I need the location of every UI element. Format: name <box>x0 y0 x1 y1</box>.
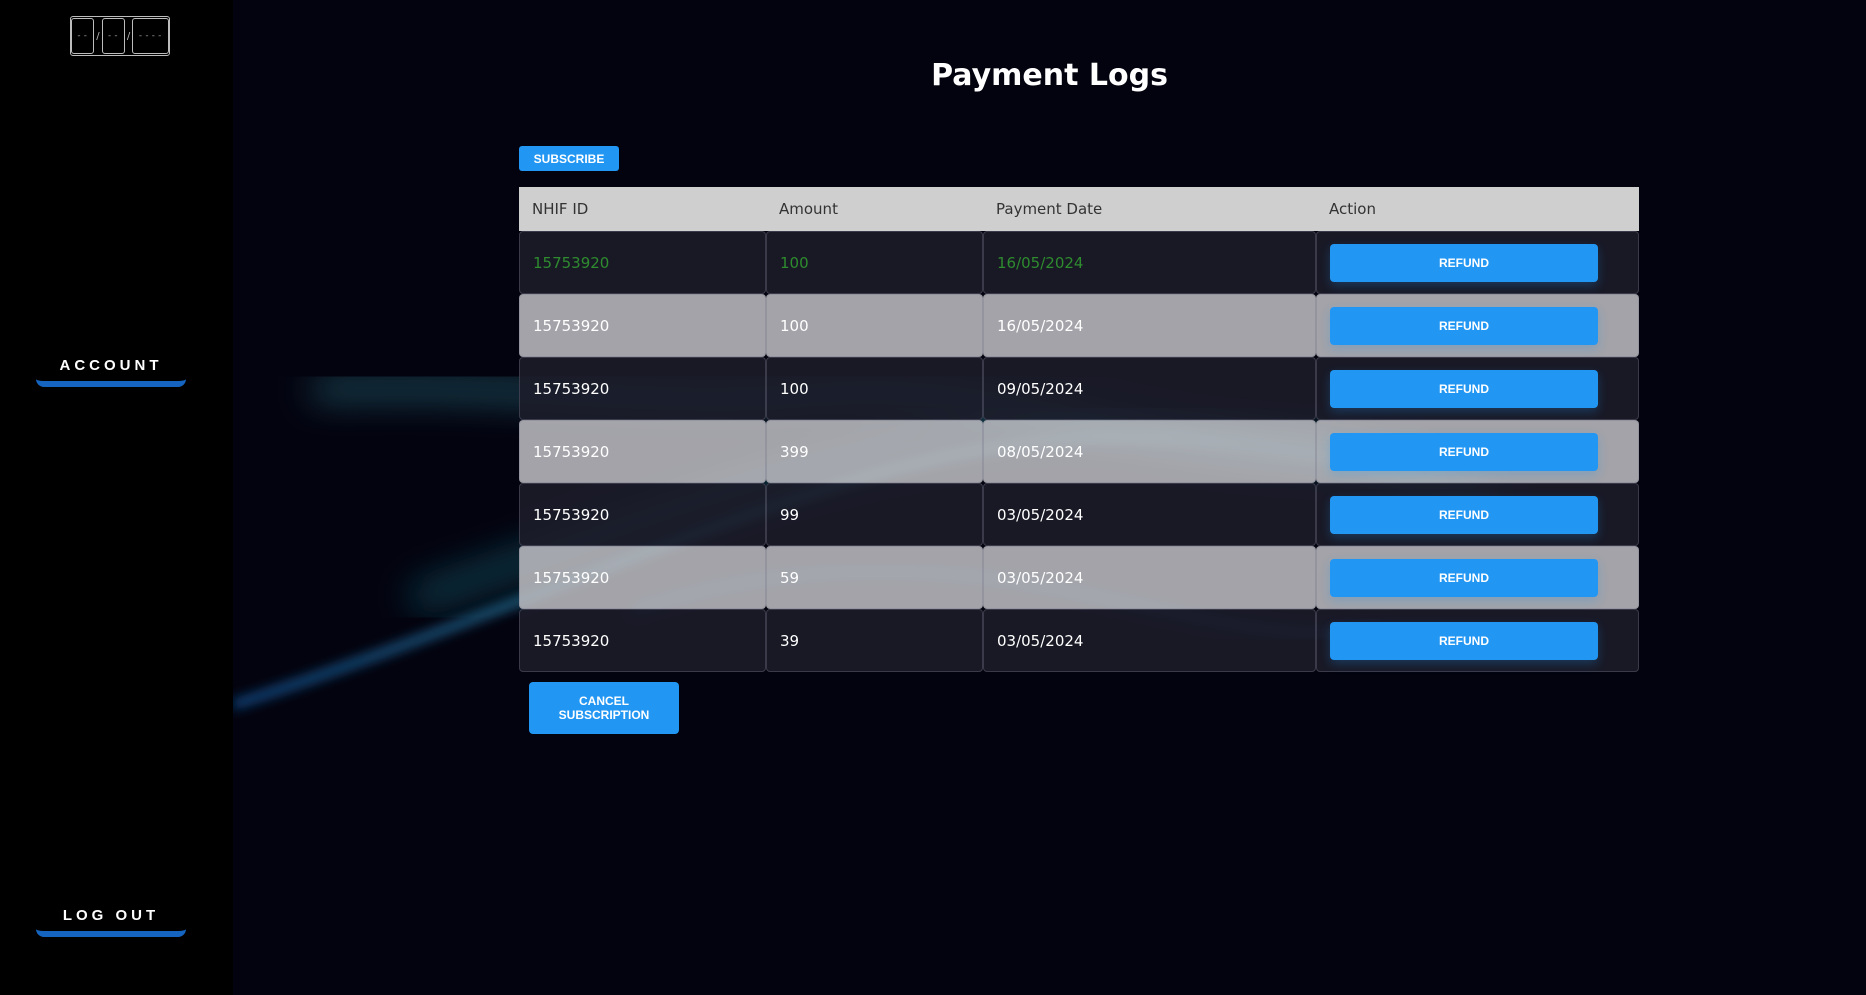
cell-payment-date: 09/05/2024 <box>983 357 1316 420</box>
cell-nhif-id: 15753920 <box>519 483 766 546</box>
cell-payment-date: 16/05/2024 <box>983 231 1316 294</box>
cell-amount: 59 <box>766 546 983 609</box>
cell-nhif-id: 15753920 <box>519 609 766 672</box>
cell-amount: 399 <box>766 420 983 483</box>
date-month[interactable]: -- <box>101 18 125 54</box>
cell-action: REFUND <box>1316 546 1639 609</box>
cell-payment-date: 08/05/2024 <box>983 420 1316 483</box>
date-separator: / <box>96 30 100 42</box>
cell-nhif-id: 15753920 <box>519 231 766 294</box>
cell-amount: 39 <box>766 609 983 672</box>
date-year[interactable]: ---- <box>132 18 170 54</box>
cell-amount: 100 <box>766 294 983 357</box>
sidebar: -- / -- / ---- ACCOUNT LOG OUT <box>0 0 233 995</box>
cell-nhif-id: 15753920 <box>519 357 766 420</box>
cell-action: REFUND <box>1316 231 1639 294</box>
cell-payment-date: 03/05/2024 <box>983 483 1316 546</box>
date-day[interactable]: -- <box>71 18 95 54</box>
table-row: 15753920 100 09/05/2024 REFUND <box>519 357 1639 420</box>
cell-payment-date: 03/05/2024 <box>983 609 1316 672</box>
cell-nhif-id: 15753920 <box>519 546 766 609</box>
cell-payment-date: 03/05/2024 <box>983 546 1316 609</box>
cell-nhif-id: 15753920 <box>519 420 766 483</box>
cell-nhif-id: 15753920 <box>519 294 766 357</box>
cell-action: REFUND <box>1316 294 1639 357</box>
cell-amount: 99 <box>766 483 983 546</box>
table-row: 15753920 100 16/05/2024 REFUND <box>519 231 1639 294</box>
cell-amount: 100 <box>766 357 983 420</box>
subscribe-button[interactable]: SUBSCRIBE <box>519 146 619 171</box>
table-row: 15753920 100 16/05/2024 REFUND <box>519 294 1639 357</box>
table-row: 15753920 59 03/05/2024 REFUND <box>519 546 1639 609</box>
cancel-subscription-button[interactable]: CANCEL SUBSCRIPTION <box>529 682 679 734</box>
page-title: Payment Logs <box>931 58 1168 93</box>
refund-button[interactable]: REFUND <box>1330 495 1598 534</box>
main-content: Payment Logs SUBSCRIBE NHIF ID Amount Pa… <box>233 0 1866 995</box>
date-widget[interactable]: -- / -- / ---- <box>70 16 170 56</box>
cell-action: REFUND <box>1316 483 1639 546</box>
account-button[interactable]: ACCOUNT <box>36 349 186 387</box>
payment-logs-table: NHIF ID Amount Payment Date Action 15753… <box>519 187 1639 672</box>
table-row: 15753920 99 03/05/2024 REFUND <box>519 483 1639 546</box>
cell-action: REFUND <box>1316 609 1639 672</box>
refund-button[interactable]: REFUND <box>1330 243 1598 282</box>
cell-payment-date: 16/05/2024 <box>983 294 1316 357</box>
refund-button[interactable]: REFUND <box>1330 369 1598 408</box>
header-nhif-id: NHIF ID <box>532 200 589 218</box>
header-payment-date: Payment Date <box>996 200 1103 218</box>
refund-button[interactable]: REFUND <box>1330 621 1598 660</box>
table-header: NHIF ID Amount Payment Date Action <box>519 187 1639 231</box>
header-amount: Amount <box>779 200 838 218</box>
cell-action: REFUND <box>1316 420 1639 483</box>
date-separator: / <box>126 30 131 42</box>
table-row: 15753920 399 08/05/2024 REFUND <box>519 420 1639 483</box>
logout-button[interactable]: LOG OUT <box>36 899 186 937</box>
refund-button[interactable]: REFUND <box>1330 306 1598 345</box>
table-row: 15753920 39 03/05/2024 REFUND <box>519 609 1639 672</box>
refund-button[interactable]: REFUND <box>1330 432 1598 471</box>
refund-button[interactable]: REFUND <box>1330 558 1598 597</box>
cell-amount: 100 <box>766 231 983 294</box>
cell-action: REFUND <box>1316 357 1639 420</box>
header-action: Action <box>1329 200 1376 218</box>
